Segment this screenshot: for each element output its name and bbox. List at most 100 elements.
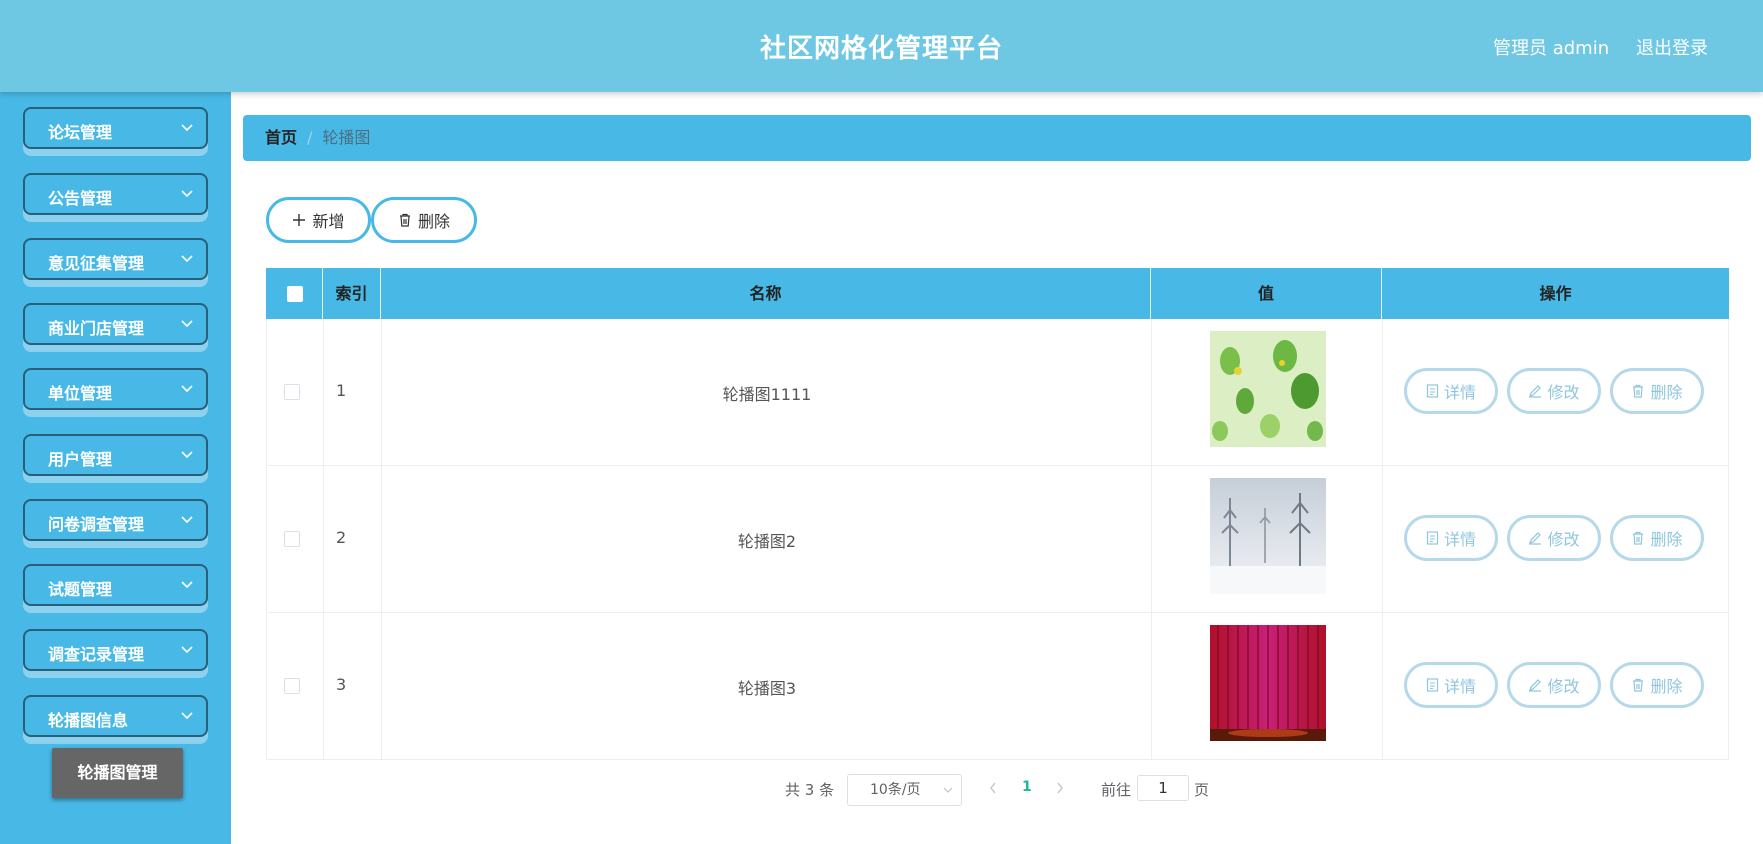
sidebar-item-store[interactable]: 商业门店管理 <box>23 303 208 345</box>
chevron-down-icon <box>181 124 193 132</box>
document-icon <box>1426 531 1439 545</box>
sidebar-item-question[interactable]: 试题管理 <box>23 564 208 606</box>
sidebar-item-label: 商业门店管理 <box>48 319 145 338</box>
select-all-cell <box>266 268 323 319</box>
detail-button-label: 详情 <box>1443 530 1476 549</box>
edit-button-label: 修改 <box>1547 530 1580 549</box>
trash-icon <box>1633 678 1644 692</box>
sidebar-item-survey-record[interactable]: 调查记录管理 <box>23 629 208 671</box>
delete-button-label: 删除 <box>417 212 450 231</box>
sidebar-item-label: 试题管理 <box>48 580 113 599</box>
prev-page-icon[interactable] <box>988 781 998 795</box>
row-delete-button-label: 删除 <box>1650 677 1683 696</box>
detail-button-label: 详情 <box>1443 383 1476 402</box>
sidebar-item-label: 轮播图信息 <box>48 711 129 730</box>
breadcrumb-home[interactable]: 首页 <box>265 128 297 147</box>
table-header: 索引 名称 值 操作 <box>266 268 1729 319</box>
document-icon <box>1426 678 1439 692</box>
edit-button[interactable]: 修改 <box>1507 368 1601 414</box>
chevron-down-icon <box>181 385 193 393</box>
row-delete-button-label: 删除 <box>1650 383 1683 402</box>
select-all-checkbox[interactable] <box>287 286 303 302</box>
pencil-icon <box>1529 385 1542 398</box>
next-page-icon[interactable] <box>1055 781 1065 795</box>
pagination-total: 共 3 条 <box>785 781 835 799</box>
table-row: 3 轮播图3 详情 修改 删除 <box>266 613 1729 760</box>
chevron-down-icon <box>181 646 193 654</box>
column-header-value: 值 <box>1151 268 1382 319</box>
row-delete-button-label: 删除 <box>1650 530 1683 549</box>
sidebar-item-forum[interactable]: 论坛管理 <box>23 107 208 149</box>
row-index: 1 <box>336 381 347 400</box>
page-suffix: 页 <box>1194 781 1210 799</box>
sidebar-item-survey[interactable]: 问卷调查管理 <box>23 499 208 541</box>
row-checkbox[interactable] <box>284 678 300 694</box>
chevron-down-icon <box>943 787 953 793</box>
logout-link[interactable]: 退出登录 <box>1636 34 1708 60</box>
detail-button[interactable]: 详情 <box>1404 662 1498 708</box>
goto-label: 前往 <box>1101 781 1132 799</box>
sidebar-item-carousel[interactable]: 轮播图信息 <box>23 695 208 737</box>
row-name: 轮播图3 <box>737 679 797 698</box>
sidebar-item-label: 用户管理 <box>48 450 113 469</box>
sidebar-item-label: 论坛管理 <box>48 123 113 142</box>
column-header-name: 名称 <box>381 268 1151 319</box>
row-delete-button[interactable]: 删除 <box>1610 515 1704 561</box>
chevron-down-icon <box>181 712 193 720</box>
add-button-label: 新增 <box>312 212 345 231</box>
sidebar: 论坛管理 公告管理 意见征集管理 商业门店管理 单位管理 用户管理 问卷调查管理… <box>0 92 231 844</box>
chevron-down-icon <box>181 451 193 459</box>
submenu-carousel-manage[interactable]: 轮播图管理 <box>52 748 183 798</box>
page-number-active[interactable]: 1 <box>1022 779 1032 795</box>
chevron-down-icon <box>181 255 193 263</box>
row-index: 2 <box>336 528 347 547</box>
sidebar-item-label: 问卷调查管理 <box>48 515 145 534</box>
plus-icon <box>293 214 306 226</box>
sidebar-item-unit[interactable]: 单位管理 <box>23 368 208 410</box>
column-header-index: 索引 <box>323 268 381 319</box>
top-header: 社区网格化管理平台 管理员 admin 退出登录 <box>0 0 1763 92</box>
detail-button-label: 详情 <box>1443 677 1476 696</box>
document-icon <box>1426 384 1439 398</box>
edit-button[interactable]: 修改 <box>1507 515 1601 561</box>
edit-button[interactable]: 修改 <box>1507 662 1601 708</box>
detail-button[interactable]: 详情 <box>1404 515 1498 561</box>
sidebar-item-label: 单位管理 <box>48 384 113 403</box>
breadcrumb-separator: / <box>307 128 313 147</box>
row-name: 轮播图2 <box>737 532 797 551</box>
pencil-icon <box>1529 532 1542 545</box>
goto-page-input[interactable]: 1 <box>1137 775 1189 801</box>
carousel-image-thumbnail <box>1210 331 1326 447</box>
trash-icon <box>399 213 410 227</box>
sidebar-item-user[interactable]: 用户管理 <box>23 434 208 476</box>
column-header-actions: 操作 <box>1539 284 1572 303</box>
detail-button[interactable]: 详情 <box>1404 368 1498 414</box>
add-button[interactable]: 新增 <box>266 197 371 243</box>
chevron-down-icon <box>181 516 193 524</box>
chevron-down-icon <box>181 581 193 589</box>
sidebar-item-label: 公告管理 <box>48 189 113 208</box>
row-delete-button[interactable]: 删除 <box>1610 368 1704 414</box>
row-checkbox[interactable] <box>284 531 300 547</box>
delete-button[interactable]: 删除 <box>371 197 477 243</box>
trash-icon <box>1633 384 1644 398</box>
sidebar-item-label: 意见征集管理 <box>48 254 145 273</box>
page-size-value: 10条/页 <box>870 782 921 798</box>
sidebar-item-notice[interactable]: 公告管理 <box>23 173 208 215</box>
row-index: 3 <box>336 675 347 694</box>
table-row: 2 轮播图2 详情 修改 删除 <box>266 466 1729 613</box>
sidebar-item-opinion[interactable]: 意见征集管理 <box>23 238 208 280</box>
carousel-image-thumbnail <box>1210 478 1326 594</box>
sidebar-item-label: 调查记录管理 <box>48 645 145 664</box>
row-delete-button[interactable]: 删除 <box>1610 662 1704 708</box>
chevron-down-icon <box>181 190 193 198</box>
row-checkbox[interactable] <box>284 384 300 400</box>
row-name: 轮播图1111 <box>722 385 812 404</box>
page-size-select[interactable]: 10条/页 <box>847 774 962 806</box>
chevron-down-icon <box>181 320 193 328</box>
carousel-image-thumbnail <box>1210 625 1326 741</box>
breadcrumb: 首页 / 轮播图 <box>243 115 1751 161</box>
edit-button-label: 修改 <box>1547 383 1580 402</box>
current-user: 管理员 admin <box>1493 38 1610 59</box>
trash-icon <box>1633 531 1644 545</box>
